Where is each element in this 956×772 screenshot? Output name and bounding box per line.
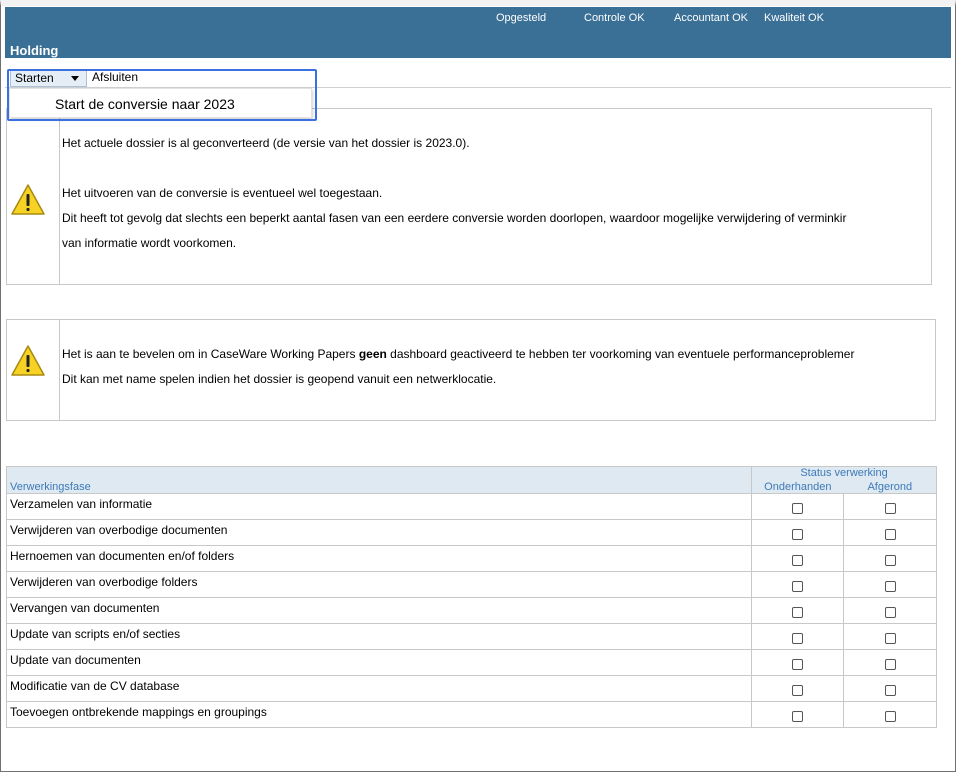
divider	[59, 109, 60, 284]
phase-name: Verwijderen van overbodige folders	[5, 571, 753, 598]
afgerond-checkbox[interactable]	[884, 632, 896, 644]
phase-name: Modificatie van de CV database	[5, 675, 753, 702]
table-row: Hernoemen van documenten en/of folders	[5, 545, 937, 572]
afgerond-checkbox[interactable]	[884, 606, 896, 618]
warning-text-line: Het uitvoeren van de conversie is eventu…	[62, 186, 383, 200]
onderhanden-checkbox[interactable]	[792, 684, 804, 696]
onderhanden-checkbox[interactable]	[792, 502, 804, 514]
warning-icon	[11, 345, 45, 376]
header-bar: Opgesteld Controle OK Accountant OK Kwal…	[5, 7, 951, 58]
phase-name: Verzamelen van informatie	[5, 493, 753, 520]
onderhanden-checkbox[interactable]	[792, 554, 804, 566]
afgerond-checkbox[interactable]	[884, 658, 896, 670]
table-row: Verzamelen van informatie	[5, 493, 937, 520]
warning-panel-dashboard: Het is aan te bevelen om in CaseWare Wor…	[6, 319, 936, 421]
warning-text-line: Het actuele dossier is al geconverteerd …	[62, 136, 470, 150]
warning-text-line: van informatie wordt voorkomen.	[62, 236, 237, 250]
col-header-phase: Verwerkingsfase	[5, 466, 753, 494]
afgerond-checkbox[interactable]	[884, 502, 896, 514]
col-header-onderhanden: Onderhanden	[751, 480, 844, 494]
table-row: Update van documenten	[5, 649, 937, 676]
onderhanden-checkbox[interactable]	[792, 632, 804, 644]
table-row: Verwijderen van overbodige documenten	[5, 519, 937, 546]
afgerond-checkbox[interactable]	[884, 554, 896, 566]
warning-panel-conversion: Het actuele dossier is al geconverteerd …	[6, 108, 932, 285]
dropdown-highlight	[7, 69, 317, 121]
onderhanden-checkbox[interactable]	[792, 658, 804, 670]
afgerond-checkbox[interactable]	[884, 580, 896, 592]
col-header-afgerond: Afgerond	[843, 480, 937, 494]
table-row: Verwijderen van overbodige folders	[5, 571, 937, 598]
onderhanden-checkbox[interactable]	[792, 710, 804, 722]
page-title: Holding	[10, 43, 59, 58]
onderhanden-checkbox[interactable]	[792, 606, 804, 618]
phase-name: Update van scripts en/of secties	[5, 623, 753, 650]
onderhanden-checkbox[interactable]	[792, 580, 804, 592]
phase-name: Toevoegen ontbrekende mappings en groupi…	[5, 701, 753, 728]
afgerond-checkbox[interactable]	[884, 684, 896, 696]
status-opgesteld[interactable]: Opgesteld	[496, 12, 546, 24]
divider	[59, 320, 60, 420]
warning-text-line: Dit heeft tot gevolg dat slechts een bep…	[62, 211, 847, 225]
status-kwaliteit-ok[interactable]: Kwaliteit OK	[764, 12, 824, 24]
phase-name: Hernoemen van documenten en/of folders	[5, 545, 753, 572]
table-row: Update van scripts en/of secties	[5, 623, 937, 650]
onderhanden-checkbox[interactable]	[792, 528, 804, 540]
warning-text-line: Dit kan met name spelen indien het dossi…	[62, 372, 497, 386]
phase-name: Update van documenten	[5, 649, 753, 676]
table-row: Vervangen van documenten	[5, 597, 937, 624]
afgerond-checkbox[interactable]	[884, 528, 896, 540]
table-row: Toevoegen ontbrekende mappings en groupi…	[5, 701, 937, 728]
status-accountant-ok[interactable]: Accountant OK	[674, 12, 748, 24]
status-controle-ok[interactable]: Controle OK	[584, 12, 645, 24]
phases-table: Verwerkingsfase Status verwerking Onderh…	[5, 466, 937, 728]
afgerond-checkbox[interactable]	[884, 710, 896, 722]
phase-name: Verwijderen van overbodige documenten	[5, 519, 753, 546]
warning-icon	[11, 184, 45, 215]
col-header-status: Status verwerking	[751, 466, 937, 481]
phase-name: Vervangen van documenten	[5, 597, 753, 624]
warning-text-line: Het is aan te bevelen om in CaseWare Wor…	[62, 347, 855, 361]
table-row: Modificatie van de CV database	[5, 675, 937, 702]
